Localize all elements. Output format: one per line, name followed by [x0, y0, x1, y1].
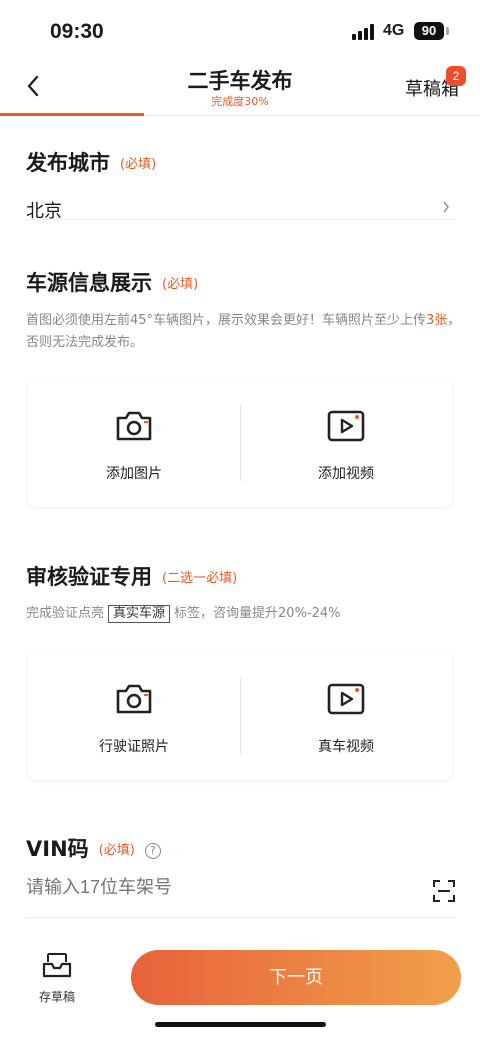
screen: 09:30 4G 90 二手车发布 完成度30% 草稿箱 2 发布城市 (必填) …: [0, 0, 480, 1038]
video-icon: [327, 410, 365, 442]
video-icon: [327, 683, 365, 715]
inbox-icon: [42, 953, 72, 978]
signal-icon: [352, 24, 376, 40]
license-photo-label: 行驶证照片: [99, 739, 169, 755]
media-desc-text: 首图必须使用左前45°车辆图片，展示效果会更好！车辆照片至少上传: [26, 313, 427, 328]
status-bar: 09:30 4G 90: [0, 0, 480, 62]
vin-required: (必填): [98, 843, 135, 858]
media-description: 首图必须使用左前45°车辆图片，展示效果会更好！车辆照片至少上传3张，否则无法完…: [26, 310, 466, 354]
real-video-label: 真车视频: [318, 739, 374, 755]
real-source-tag: 真实车源: [108, 605, 171, 623]
verify-desc-text: 完成验证点亮: [26, 606, 105, 621]
media-required: (必填): [162, 277, 199, 292]
verify-upload-card: 行驶证照片 真车视频: [28, 652, 452, 780]
media-section-title: 车源信息展示 (必填): [26, 267, 198, 297]
add-video-label: 添加视频: [318, 466, 374, 482]
chevron-right-icon[interactable]: [442, 201, 450, 217]
add-video-button[interactable]: 添加视频: [240, 379, 452, 507]
scan-icon[interactable]: [432, 879, 456, 907]
city-section-title: 发布城市 (必填): [26, 147, 156, 177]
vin-section-title: VIN码 (必填)?: [26, 833, 161, 863]
completion-progress-fill: [0, 113, 144, 116]
add-photo-button[interactable]: 添加图片: [28, 379, 240, 507]
verify-desc-text-end: 标签，咨询量提升20%-24%: [174, 606, 341, 621]
home-indicator: [155, 1022, 326, 1027]
status-time: 09:30: [50, 20, 104, 43]
drafts-badge: 2: [446, 66, 466, 86]
battery-tip: [446, 27, 449, 35]
media-upload-card: 添加图片 添加视频: [28, 379, 452, 507]
save-draft-label: 存草稿: [38, 990, 75, 1004]
divider: [26, 917, 456, 918]
bottom-bar: 存草稿 下一页: [0, 942, 480, 1038]
verify-required: (二选一必填): [162, 571, 238, 586]
add-photo-label: 添加图片: [106, 466, 162, 482]
verify-description: 完成验证点亮 真实车源 标签，咨询量提升20%-24%: [26, 603, 466, 625]
battery-icon: 90: [414, 22, 444, 40]
verify-title: 审核验证专用: [26, 565, 152, 589]
city-title: 发布城市: [26, 151, 110, 175]
network-type: 4G: [383, 22, 405, 39]
license-photo-button[interactable]: 行驶证照片: [28, 652, 240, 780]
nav-bar: 二手车发布 完成度30% 草稿箱 2: [0, 62, 480, 116]
completion-progress-bar: [0, 113, 480, 116]
vin-input[interactable]: [26, 877, 406, 898]
form-content[interactable]: 发布城市 (必填) 北京 车源信息展示 (必填) 首图必须使用左前45°车辆图片，展…: [0, 117, 480, 942]
camera-icon: [116, 411, 152, 441]
vin-title: VIN码: [26, 837, 89, 861]
real-video-button[interactable]: 真车视频: [240, 652, 452, 780]
media-title: 车源信息展示: [26, 271, 152, 295]
media-desc-highlight: 3张: [426, 313, 448, 328]
divider: [26, 219, 456, 220]
camera-icon: [116, 684, 152, 714]
city-required: (必填): [120, 157, 157, 172]
save-draft-button[interactable]: 存草稿: [30, 950, 84, 1004]
verify-section-title: 审核验证专用 (二选一必填): [26, 561, 237, 591]
help-icon[interactable]: ?: [144, 843, 161, 859]
next-page-button[interactable]: 下一页: [131, 950, 461, 1005]
